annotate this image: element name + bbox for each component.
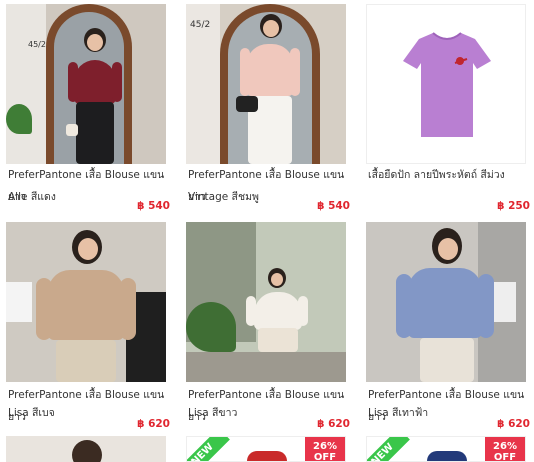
product-price: ฿ 620	[137, 418, 170, 430]
product-grid: 45/2 PreferPantone เสื้อ Blouse แขนยาว A…	[0, 0, 534, 462]
product-image[interactable]	[6, 436, 166, 462]
discount-badge: 26% OFF	[485, 437, 525, 462]
product-price: ฿ 250	[497, 200, 530, 212]
product-price: ฿ 620	[317, 418, 350, 430]
product-price: ฿ 620	[497, 418, 530, 430]
product-image[interactable]: 45/2	[6, 4, 166, 164]
product-image[interactable]: 45/2	[186, 4, 346, 164]
product-image[interactable]	[186, 222, 346, 382]
discount-word: OFF	[313, 452, 337, 462]
product-price: ฿ 540	[317, 200, 350, 212]
product-image[interactable]	[366, 4, 526, 164]
new-badge: NEW	[187, 437, 230, 461]
discount-badge: 26% OFF	[305, 437, 345, 462]
new-badge: NEW	[367, 437, 410, 461]
product-image[interactable]	[366, 222, 526, 382]
discount-percent: 26%	[493, 441, 517, 452]
product-image[interactable]	[6, 222, 166, 382]
product-price: ฿ 540	[137, 200, 170, 212]
tshirt-image	[403, 32, 491, 137]
product-image[interactable]: NEW 26% OFF	[366, 436, 526, 462]
discount-word: OFF	[493, 452, 517, 462]
product-image[interactable]: NEW 26% OFF	[186, 436, 346, 462]
product-name[interactable]: เสื้อยืดปัก ลายปีพระหัตถ์ สีม่วง	[368, 164, 532, 186]
house-number: 45/2	[28, 40, 46, 49]
discount-percent: 26%	[313, 441, 337, 452]
house-number: 45/2	[190, 20, 211, 30]
